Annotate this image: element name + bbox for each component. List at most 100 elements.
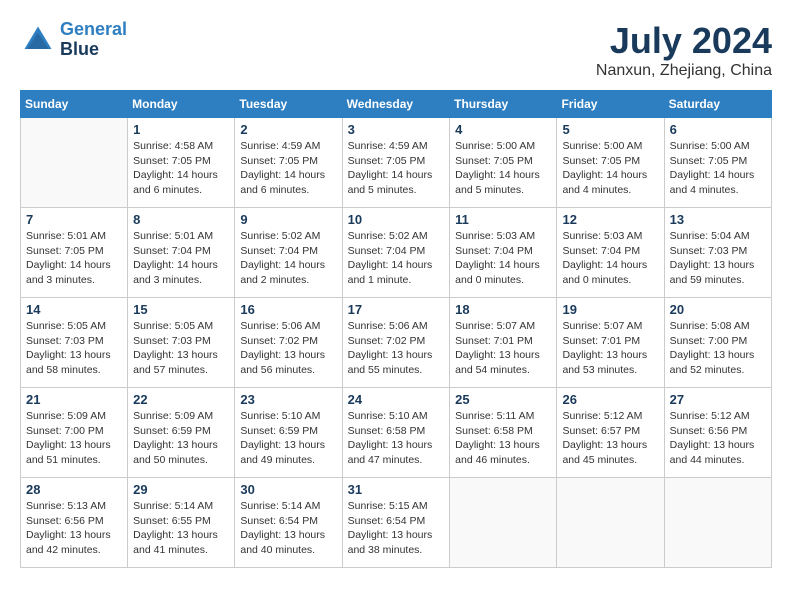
day-info: Sunrise: 5:02 AM Sunset: 7:04 PM Dayligh… [240,229,336,288]
calendar-cell [557,478,664,568]
col-sunday: Sunday [21,91,128,118]
day-info: Sunrise: 5:00 AM Sunset: 7:05 PM Dayligh… [455,139,551,198]
logo-icon [20,22,56,58]
day-number: 19 [562,302,658,317]
day-info: Sunrise: 5:10 AM Sunset: 6:58 PM Dayligh… [348,409,445,468]
calendar-cell: 9Sunrise: 5:02 AM Sunset: 7:04 PM Daylig… [235,208,342,298]
col-tuesday: Tuesday [235,91,342,118]
calendar-cell: 4Sunrise: 5:00 AM Sunset: 7:05 PM Daylig… [450,118,557,208]
day-number: 31 [348,482,445,497]
month-title: July 2024 [596,20,772,62]
day-number: 14 [26,302,122,317]
day-info: Sunrise: 5:03 AM Sunset: 7:04 PM Dayligh… [562,229,658,288]
calendar-cell [664,478,771,568]
calendar-cell [450,478,557,568]
calendar-table: Sunday Monday Tuesday Wednesday Thursday… [20,90,772,568]
day-info: Sunrise: 4:59 AM Sunset: 7:05 PM Dayligh… [348,139,445,198]
day-number: 17 [348,302,445,317]
calendar-cell: 14 Sunrise: 5:05 AM Sunset: 7:03 PM Dayli… [21,298,128,388]
calendar-cell: 20Sunrise: 5:08 AM Sunset: 7:00 PM Dayli… [664,298,771,388]
calendar-week-5: 28 Sunrise: 5:13 AM Sunset: 6:56 PM Dayli… [21,478,772,568]
col-friday: Friday [557,91,664,118]
day-info: Sunrise: 5:09 AM Sunset: 7:00 PM Dayligh… [26,409,122,468]
day-info: Sunrise: 5:08 AM Sunset: 7:00 PM Dayligh… [670,319,766,378]
location-title: Nanxun, Zhejiang, China [596,62,772,80]
calendar-cell: 31Sunrise: 5:15 AM Sunset: 6:54 PM Dayli… [342,478,450,568]
day-number: 23 [240,392,336,407]
calendar-cell: 18 Sunrise: 5:07 AM Sunset: 7:01 PM Dayli… [450,298,557,388]
day-info: Sunrise: 5:14 AM Sunset: 6:54 PM Dayligh… [240,499,336,558]
day-number: 22 [133,392,229,407]
day-number: 28 [26,482,122,497]
calendar-body: 1Sunrise: 4:58 AM Sunset: 7:05 PM Daylig… [21,118,772,568]
calendar-cell: 23 Sunrise: 5:10 AM Sunset: 6:59 PM Dayli… [235,388,342,478]
calendar-cell: 28 Sunrise: 5:13 AM Sunset: 6:56 PM Dayli… [21,478,128,568]
day-info: Sunrise: 5:14 AM Sunset: 6:55 PM Dayligh… [133,499,229,558]
calendar-cell: 5 Sunrise: 5:00 AM Sunset: 7:05 PM Daylig… [557,118,664,208]
calendar-cell: 6Sunrise: 5:00 AM Sunset: 7:05 PM Daylig… [664,118,771,208]
calendar-header: Sunday Monday Tuesday Wednesday Thursday… [21,91,772,118]
day-info: Sunrise: 4:59 AM Sunset: 7:05 PM Dayligh… [240,139,336,198]
logo: General Blue [20,20,127,60]
calendar-cell: 22Sunrise: 5:09 AM Sunset: 6:59 PM Dayli… [128,388,235,478]
calendar-cell: 15Sunrise: 5:05 AM Sunset: 7:03 PM Dayli… [128,298,235,388]
day-info: Sunrise: 4:58 AM Sunset: 7:05 PM Dayligh… [133,139,229,198]
day-number: 2 [240,122,336,137]
day-number: 12 [562,212,658,227]
calendar-cell: 12 Sunrise: 5:03 AM Sunset: 7:04 PM Dayli… [557,208,664,298]
day-info: Sunrise: 5:00 AM Sunset: 7:05 PM Dayligh… [562,139,658,198]
title-block: July 2024 Nanxun, Zhejiang, China [596,20,772,80]
day-number: 5 [562,122,658,137]
calendar-cell: 17Sunrise: 5:06 AM Sunset: 7:02 PM Dayli… [342,298,450,388]
day-number: 7 [26,212,122,227]
day-number: 3 [348,122,445,137]
col-wednesday: Wednesday [342,91,450,118]
day-info: Sunrise: 5:01 AM Sunset: 7:05 PM Dayligh… [26,229,122,288]
calendar-cell: 24 Sunrise: 5:10 AM Sunset: 6:58 PM Dayli… [342,388,450,478]
calendar-cell: 2 Sunrise: 4:59 AM Sunset: 7:05 PM Daylig… [235,118,342,208]
col-saturday: Saturday [664,91,771,118]
calendar-week-3: 14 Sunrise: 5:05 AM Sunset: 7:03 PM Dayli… [21,298,772,388]
header-row: Sunday Monday Tuesday Wednesday Thursday… [21,91,772,118]
day-number: 25 [455,392,551,407]
calendar-cell: 1Sunrise: 4:58 AM Sunset: 7:05 PM Daylig… [128,118,235,208]
calendar-week-4: 21Sunrise: 5:09 AM Sunset: 7:00 PM Dayli… [21,388,772,478]
day-number: 30 [240,482,336,497]
day-number: 11 [455,212,551,227]
calendar-week-2: 7 Sunrise: 5:01 AM Sunset: 7:05 PM Daylig… [21,208,772,298]
calendar-cell: 19 Sunrise: 5:07 AM Sunset: 7:01 PM Dayli… [557,298,664,388]
col-monday: Monday [128,91,235,118]
day-info: Sunrise: 5:02 AM Sunset: 7:04 PM Dayligh… [348,229,445,288]
day-number: 24 [348,392,445,407]
day-number: 27 [670,392,766,407]
day-info: Sunrise: 5:06 AM Sunset: 7:02 PM Dayligh… [240,319,336,378]
calendar-cell: 16 Sunrise: 5:06 AM Sunset: 7:02 PM Dayli… [235,298,342,388]
day-number: 16 [240,302,336,317]
calendar-cell: 29 Sunrise: 5:14 AM Sunset: 6:55 PM Dayli… [128,478,235,568]
day-number: 29 [133,482,229,497]
day-info: Sunrise: 5:01 AM Sunset: 7:04 PM Dayligh… [133,229,229,288]
day-number: 26 [562,392,658,407]
calendar-cell: 7 Sunrise: 5:01 AM Sunset: 7:05 PM Daylig… [21,208,128,298]
day-number: 15 [133,302,229,317]
calendar-cell: 25Sunrise: 5:11 AM Sunset: 6:58 PM Dayli… [450,388,557,478]
day-number: 8 [133,212,229,227]
day-number: 18 [455,302,551,317]
calendar-cell: 27Sunrise: 5:12 AM Sunset: 6:56 PM Dayli… [664,388,771,478]
calendar-cell: 3 Sunrise: 4:59 AM Sunset: 7:05 PM Daylig… [342,118,450,208]
day-info: Sunrise: 5:04 AM Sunset: 7:03 PM Dayligh… [670,229,766,288]
day-info: Sunrise: 5:07 AM Sunset: 7:01 PM Dayligh… [562,319,658,378]
day-number: 10 [348,212,445,227]
day-number: 13 [670,212,766,227]
calendar-cell: 26Sunrise: 5:12 AM Sunset: 6:57 PM Dayli… [557,388,664,478]
calendar-cell: 8 Sunrise: 5:01 AM Sunset: 7:04 PM Daylig… [128,208,235,298]
page-header: General Blue July 2024 Nanxun, Zhejiang,… [20,20,772,80]
day-info: Sunrise: 5:10 AM Sunset: 6:59 PM Dayligh… [240,409,336,468]
calendar-cell [21,118,128,208]
day-info: Sunrise: 5:00 AM Sunset: 7:05 PM Dayligh… [670,139,766,198]
day-info: Sunrise: 5:05 AM Sunset: 7:03 PM Dayligh… [26,319,122,378]
calendar-cell: 30 Sunrise: 5:14 AM Sunset: 6:54 PM Dayli… [235,478,342,568]
day-info: Sunrise: 5:03 AM Sunset: 7:04 PM Dayligh… [455,229,551,288]
day-info: Sunrise: 5:13 AM Sunset: 6:56 PM Dayligh… [26,499,122,558]
day-info: Sunrise: 5:07 AM Sunset: 7:01 PM Dayligh… [455,319,551,378]
